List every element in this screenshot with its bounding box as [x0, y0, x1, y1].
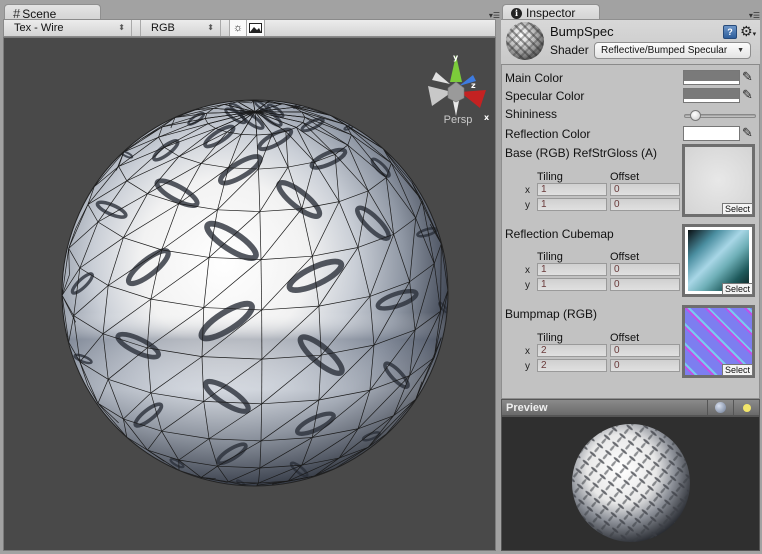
tiling-label: Tiling: [537, 332, 563, 344]
base-texture-slot[interactable]: Select: [682, 144, 755, 217]
scene-orientation-gizmo[interactable]: y z x: [420, 50, 492, 124]
sphere-mesh-icon: [715, 402, 726, 413]
preview-header: Preview: [501, 399, 760, 416]
render-mode-value: Tex - Wire: [14, 22, 64, 34]
bumpmap-select-button[interactable]: Select: [721, 364, 753, 376]
gizmo-y-label: y: [453, 53, 459, 62]
shader-dropdown[interactable]: Reflective/Bumped Specular ▼: [594, 42, 751, 59]
cubemap-select-button[interactable]: Select: [721, 283, 753, 295]
specular-color-swatch[interactable]: [683, 88, 740, 103]
eyedropper-icon[interactable]: ✎: [742, 126, 756, 140]
image-icon: [249, 23, 262, 33]
shininess-label: Shininess: [505, 107, 558, 121]
material-thumbnail: [506, 22, 544, 60]
scene-lighting-toggle[interactable]: ☼: [229, 20, 247, 36]
help-book-icon[interactable]: ?: [723, 25, 737, 39]
projection-label[interactable]: Persp: [436, 114, 480, 126]
axis-x-label: x: [525, 265, 530, 276]
gear-icon[interactable]: ⚙▾: [740, 23, 756, 40]
preview-title: Preview: [506, 401, 548, 414]
preview-mesh-button[interactable]: [707, 400, 733, 415]
sun-icon: ☼: [232, 22, 244, 34]
updown-arrows-icon: ⬍: [207, 23, 214, 32]
base-tiling-x-field[interactable]: 1: [537, 183, 607, 196]
tiling-label: Tiling: [537, 171, 563, 183]
offset-label: Offset: [610, 171, 640, 183]
scene-toolbar: Tex - Wire ⬍ RGB ⬍ ☼: [3, 19, 496, 37]
cubemap-preview: [688, 230, 749, 291]
render-mode-dropdown[interactable]: Tex - Wire ⬍: [4, 20, 132, 36]
axis-y-label: y: [525, 280, 530, 291]
base-offset-x-field[interactable]: 0: [610, 183, 680, 196]
base-tiling-y-field[interactable]: 1: [537, 198, 607, 211]
dropdown-arrow-icon: ▼: [737, 47, 744, 54]
main-color-label: Main Color: [505, 71, 564, 85]
cubemap-offset-x-field[interactable]: 0: [610, 263, 680, 276]
specular-color-label: Specular Color: [505, 89, 585, 103]
tab-inspector-label: Inspector: [526, 6, 576, 20]
cubemap-texture-slot[interactable]: Select: [682, 224, 755, 297]
reflection-color-swatch[interactable]: [683, 126, 740, 141]
preview-sphere[interactable]: [502, 417, 759, 550]
material-name: BumpSpec: [550, 24, 614, 39]
shader-label: Shader: [550, 43, 589, 57]
preview-light-button[interactable]: [733, 400, 759, 415]
bumpmap-texture-slot[interactable]: Select: [682, 305, 755, 378]
shader-value: Reflective/Bumped Specular: [601, 45, 728, 56]
axis-y-label: y: [525, 200, 530, 211]
eyedropper-icon[interactable]: ✎: [742, 88, 756, 102]
base-texture-select-button[interactable]: Select: [721, 203, 753, 215]
light-bulb-icon: [742, 403, 751, 412]
bumpmap-label: Bumpmap (RGB): [505, 307, 598, 321]
axis-x-label: x: [525, 346, 530, 357]
scene-viewport[interactable]: y z x Persp: [3, 37, 496, 551]
reflection-color-label: Reflection Color: [505, 127, 591, 141]
axis-x-label: x: [525, 185, 530, 196]
bumpmap-tiling-y-field[interactable]: 2: [537, 359, 607, 372]
cubemap-label: Reflection Cubemap: [505, 227, 614, 241]
offset-label: Offset: [610, 332, 640, 344]
gizmo-neg-z-axis[interactable]: [432, 72, 450, 84]
preview-viewport[interactable]: [501, 416, 760, 551]
cubemap-tiling-x-field[interactable]: 1: [537, 263, 607, 276]
bumpmap-tiling-x-field[interactable]: 2: [537, 344, 607, 357]
eyedropper-icon[interactable]: ✎: [742, 70, 756, 84]
base-offset-y-field[interactable]: 0: [610, 198, 680, 211]
cubemap-offset-y-field[interactable]: 0: [610, 278, 680, 291]
color-channel-dropdown[interactable]: RGB ⬍: [140, 20, 221, 36]
main-color-swatch[interactable]: [683, 70, 740, 85]
axis-y-label: y: [525, 361, 530, 372]
gizmo-z-label: z: [471, 81, 476, 90]
bumpmap-offset-y-field[interactable]: 0: [610, 359, 680, 372]
base-texture-label: Base (RGB) RefStrGloss (A): [505, 146, 658, 160]
color-channel-value: RGB: [151, 22, 175, 34]
gizmo-x-label: x: [484, 113, 490, 122]
offset-label: Offset: [610, 251, 640, 263]
tiling-label: Tiling: [537, 251, 563, 263]
cubemap-tiling-y-field[interactable]: 1: [537, 278, 607, 291]
bumpmap-offset-x-field[interactable]: 0: [610, 344, 680, 357]
updown-arrows-icon: ⬍: [118, 23, 125, 32]
scene-fx-toggle[interactable]: [247, 20, 265, 36]
info-icon: i: [511, 7, 522, 19]
